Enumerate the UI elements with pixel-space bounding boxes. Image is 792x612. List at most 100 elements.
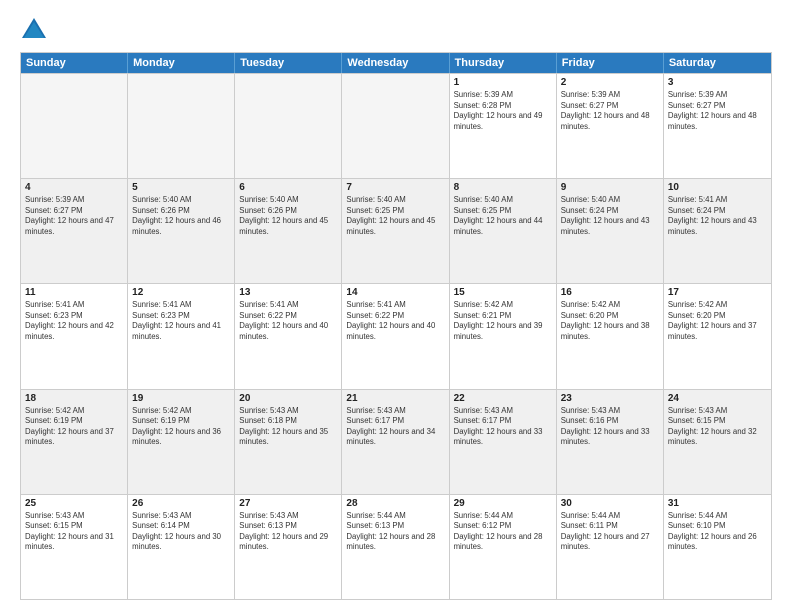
calendar-row: 18 Sunrise: 5:42 AM Sunset: 6:19 PM Dayli… <box>21 389 771 494</box>
calendar-cell: 5 Sunrise: 5:40 AM Sunset: 6:26 PM Daylig… <box>128 179 235 283</box>
day-number: 11 <box>25 287 123 298</box>
calendar-header: SundayMondayTuesdayWednesdayThursdayFrid… <box>21 53 771 73</box>
day-number: 29 <box>454 498 552 509</box>
day-number: 8 <box>454 182 552 193</box>
day-number: 2 <box>561 77 659 88</box>
calendar-row: 4 Sunrise: 5:39 AM Sunset: 6:27 PM Daylig… <box>21 178 771 283</box>
calendar-cell <box>21 74 128 178</box>
calendar-cell: 15Sunrise: 5:42 AM Sunset: 6:21 PM Dayli… <box>450 284 557 388</box>
day-info: Sunrise: 5:40 AM Sunset: 6:24 PM Dayligh… <box>561 195 659 237</box>
day-info: Sunrise: 5:40 AM Sunset: 6:25 PM Dayligh… <box>346 195 444 237</box>
day-info: Sunrise: 5:41 AM Sunset: 6:23 PM Dayligh… <box>25 300 123 342</box>
day-number: 10 <box>668 182 767 193</box>
calendar-cell: 11 Sunrise: 5:41 AM Sunset: 6:23 PM Dayli… <box>21 284 128 388</box>
cal-header-tuesday: Tuesday <box>235 53 342 73</box>
calendar-cell: 19 Sunrise: 5:42 AM Sunset: 6:19 PM Dayli… <box>128 390 235 494</box>
logo-icon <box>20 16 48 44</box>
day-number: 31 <box>668 498 767 509</box>
day-number: 21 <box>346 393 444 404</box>
day-info: Sunrise: 5:42 AM Sunset: 6:19 PM Dayligh… <box>25 406 123 448</box>
day-info: Sunrise: 5:42 AM Sunset: 6:20 PM Dayligh… <box>561 300 659 342</box>
calendar-cell: 8 Sunrise: 5:40 AM Sunset: 6:25 PM Daylig… <box>450 179 557 283</box>
day-info: Sunrise: 5:41 AM Sunset: 6:23 PM Dayligh… <box>132 300 230 342</box>
day-info: Sunrise: 5:43 AM Sunset: 6:15 PM Dayligh… <box>25 511 123 553</box>
day-number: 18 <box>25 393 123 404</box>
day-info: Sunrise: 5:42 AM Sunset: 6:21 PM Dayligh… <box>454 300 552 342</box>
calendar-cell: 27 Sunrise: 5:43 AM Sunset: 6:13 PM Dayli… <box>235 495 342 599</box>
calendar-cell: 24 Sunrise: 5:43 AM Sunset: 6:15 PM Dayli… <box>664 390 771 494</box>
day-number: 17 <box>668 287 767 298</box>
day-info: Sunrise: 5:40 AM Sunset: 6:26 PM Dayligh… <box>132 195 230 237</box>
day-number: 26 <box>132 498 230 509</box>
calendar-cell: 7 Sunrise: 5:40 AM Sunset: 6:25 PM Daylig… <box>342 179 449 283</box>
cal-header-wednesday: Wednesday <box>342 53 449 73</box>
day-number: 30 <box>561 498 659 509</box>
day-number: 19 <box>132 393 230 404</box>
day-info: Sunrise: 5:39 AM Sunset: 6:27 PM Dayligh… <box>668 90 767 132</box>
day-number: 3 <box>668 77 767 88</box>
calendar-cell: 17 Sunrise: 5:42 AM Sunset: 6:20 PM Dayli… <box>664 284 771 388</box>
day-number: 6 <box>239 182 337 193</box>
calendar-row: 11 Sunrise: 5:41 AM Sunset: 6:23 PM Dayli… <box>21 283 771 388</box>
calendar-cell: 2 Sunrise: 5:39 AM Sunset: 6:27 PM Daylig… <box>557 74 664 178</box>
calendar-cell: 20 Sunrise: 5:43 AM Sunset: 6:18 PM Dayli… <box>235 390 342 494</box>
calendar-cell: 31Sunrise: 5:44 AM Sunset: 6:10 PM Dayli… <box>664 495 771 599</box>
day-number: 12 <box>132 287 230 298</box>
day-info: Sunrise: 5:40 AM Sunset: 6:26 PM Dayligh… <box>239 195 337 237</box>
calendar-cell: 26 Sunrise: 5:43 AM Sunset: 6:14 PM Dayli… <box>128 495 235 599</box>
day-info: Sunrise: 5:42 AM Sunset: 6:19 PM Dayligh… <box>132 406 230 448</box>
day-info: Sunrise: 5:39 AM Sunset: 6:27 PM Dayligh… <box>25 195 123 237</box>
logo <box>20 16 52 44</box>
day-info: Sunrise: 5:44 AM Sunset: 6:11 PM Dayligh… <box>561 511 659 553</box>
day-info: Sunrise: 5:44 AM Sunset: 6:12 PM Dayligh… <box>454 511 552 553</box>
day-info: Sunrise: 5:41 AM Sunset: 6:22 PM Dayligh… <box>346 300 444 342</box>
day-info: Sunrise: 5:43 AM Sunset: 6:15 PM Dayligh… <box>668 406 767 448</box>
day-number: 20 <box>239 393 337 404</box>
calendar-cell: 22 Sunrise: 5:43 AM Sunset: 6:17 PM Dayli… <box>450 390 557 494</box>
day-info: Sunrise: 5:43 AM Sunset: 6:17 PM Dayligh… <box>454 406 552 448</box>
calendar-cell <box>128 74 235 178</box>
calendar-row: 1Sunrise: 5:39 AM Sunset: 6:28 PM Daylig… <box>21 73 771 178</box>
cal-header-thursday: Thursday <box>450 53 557 73</box>
header <box>20 16 772 44</box>
day-info: Sunrise: 5:43 AM Sunset: 6:13 PM Dayligh… <box>239 511 337 553</box>
day-info: Sunrise: 5:43 AM Sunset: 6:17 PM Dayligh… <box>346 406 444 448</box>
calendar-cell: 21 Sunrise: 5:43 AM Sunset: 6:17 PM Dayli… <box>342 390 449 494</box>
calendar-cell: 25 Sunrise: 5:43 AM Sunset: 6:15 PM Dayli… <box>21 495 128 599</box>
calendar-cell: 14 Sunrise: 5:41 AM Sunset: 6:22 PM Dayli… <box>342 284 449 388</box>
cal-header-sunday: Sunday <box>21 53 128 73</box>
day-number: 27 <box>239 498 337 509</box>
calendar-cell <box>342 74 449 178</box>
day-number: 14 <box>346 287 444 298</box>
cal-header-monday: Monday <box>128 53 235 73</box>
day-info: Sunrise: 5:41 AM Sunset: 6:24 PM Dayligh… <box>668 195 767 237</box>
day-info: Sunrise: 5:44 AM Sunset: 6:13 PM Dayligh… <box>346 511 444 553</box>
calendar-cell: 9Sunrise: 5:40 AM Sunset: 6:24 PM Daylig… <box>557 179 664 283</box>
day-number: 5 <box>132 182 230 193</box>
day-info: Sunrise: 5:43 AM Sunset: 6:14 PM Dayligh… <box>132 511 230 553</box>
calendar-cell: 4 Sunrise: 5:39 AM Sunset: 6:27 PM Daylig… <box>21 179 128 283</box>
calendar-cell: 12 Sunrise: 5:41 AM Sunset: 6:23 PM Dayli… <box>128 284 235 388</box>
calendar-row: 25 Sunrise: 5:43 AM Sunset: 6:15 PM Dayli… <box>21 494 771 599</box>
day-info: Sunrise: 5:43 AM Sunset: 6:18 PM Dayligh… <box>239 406 337 448</box>
day-number: 23 <box>561 393 659 404</box>
calendar-cell: 13 Sunrise: 5:41 AM Sunset: 6:22 PM Dayli… <box>235 284 342 388</box>
day-info: Sunrise: 5:41 AM Sunset: 6:22 PM Dayligh… <box>239 300 337 342</box>
page: SundayMondayTuesdayWednesdayThursdayFrid… <box>0 0 792 612</box>
calendar-cell: 18 Sunrise: 5:42 AM Sunset: 6:19 PM Dayli… <box>21 390 128 494</box>
day-number: 13 <box>239 287 337 298</box>
calendar-cell: 16 Sunrise: 5:42 AM Sunset: 6:20 PM Dayli… <box>557 284 664 388</box>
calendar-cell: 1Sunrise: 5:39 AM Sunset: 6:28 PM Daylig… <box>450 74 557 178</box>
calendar-cell: 30 Sunrise: 5:44 AM Sunset: 6:11 PM Dayli… <box>557 495 664 599</box>
day-number: 16 <box>561 287 659 298</box>
day-number: 7 <box>346 182 444 193</box>
day-number: 24 <box>668 393 767 404</box>
day-info: Sunrise: 5:40 AM Sunset: 6:25 PM Dayligh… <box>454 195 552 237</box>
day-info: Sunrise: 5:39 AM Sunset: 6:27 PM Dayligh… <box>561 90 659 132</box>
day-number: 25 <box>25 498 123 509</box>
day-number: 22 <box>454 393 552 404</box>
cal-header-saturday: Saturday <box>664 53 771 73</box>
day-info: Sunrise: 5:42 AM Sunset: 6:20 PM Dayligh… <box>668 300 767 342</box>
calendar-cell: 23Sunrise: 5:43 AM Sunset: 6:16 PM Dayli… <box>557 390 664 494</box>
day-number: 4 <box>25 182 123 193</box>
